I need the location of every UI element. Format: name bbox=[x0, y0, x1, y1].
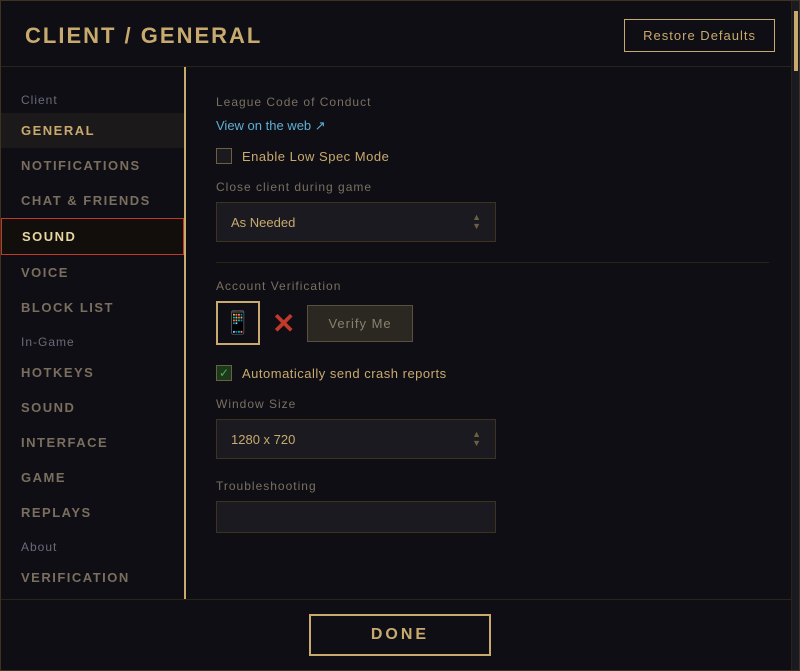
account-verification-label: Account Verification bbox=[216, 279, 769, 293]
sidebar-item-voice[interactable]: VOICE bbox=[1, 255, 184, 290]
sidebar-item-sound[interactable]: SOUND bbox=[1, 218, 184, 255]
close-client-label: Close client during game bbox=[216, 180, 769, 194]
low-spec-row: Enable Low Spec Mode bbox=[216, 148, 769, 164]
restore-defaults-button[interactable]: Restore Defaults bbox=[624, 19, 775, 52]
content-area: League Code of Conduct View on the web ↗… bbox=[186, 67, 799, 599]
account-icons-row: 📱 ✕ Verify Me bbox=[216, 301, 769, 345]
sidebar-item-block-list[interactable]: BLOCK LIST bbox=[1, 290, 184, 325]
account-verification-section: Account Verification 📱 ✕ Verify Me bbox=[216, 279, 769, 345]
auto-crash-row: ✓ Automatically send crash reports bbox=[216, 365, 769, 381]
sidebar-item-general[interactable]: GENERAL bbox=[1, 113, 184, 148]
header: CLIENT / GENERAL Restore Defaults bbox=[1, 1, 799, 67]
sidebar-item-game[interactable]: GAME bbox=[1, 460, 184, 495]
client-section-label: Client bbox=[1, 83, 184, 113]
app-container: CLIENT / GENERAL Restore Defaults Client… bbox=[0, 0, 800, 671]
window-size-value: 1280 x 720 bbox=[231, 432, 295, 447]
divider-1 bbox=[216, 262, 769, 263]
verify-me-button[interactable]: Verify Me bbox=[307, 305, 412, 342]
view-on-web-link[interactable]: View on the web ↗ bbox=[216, 118, 326, 134]
sidebar: Client GENERAL NOTIFICATIONS CHAT & FRIE… bbox=[1, 67, 186, 599]
sidebar-item-sound-ingame[interactable]: SOUND bbox=[1, 390, 184, 425]
sidebar-item-chat-friends[interactable]: CHAT & FRIENDS bbox=[1, 183, 184, 218]
footer: DONE bbox=[1, 599, 799, 670]
scrollbar-thumb bbox=[794, 67, 798, 71]
sidebar-item-notifications[interactable]: NOTIFICATIONS bbox=[1, 148, 184, 183]
low-spec-label: Enable Low Spec Mode bbox=[242, 149, 389, 164]
auto-crash-checkbox[interactable]: ✓ bbox=[216, 365, 232, 381]
close-client-value: As Needed bbox=[231, 215, 295, 230]
x-mark-icon: ✕ bbox=[272, 307, 295, 340]
title-bold: GENERAL bbox=[141, 23, 263, 48]
select-arrows-icon: ▲ ▼ bbox=[472, 213, 481, 231]
close-client-select[interactable]: As Needed ▲ ▼ bbox=[216, 202, 496, 242]
sidebar-item-interface[interactable]: INTERFACE bbox=[1, 425, 184, 460]
done-button[interactable]: DONE bbox=[309, 614, 491, 656]
main-layout: Client GENERAL NOTIFICATIONS CHAT & FRIE… bbox=[1, 67, 799, 599]
sidebar-item-verification[interactable]: VERIFICATION bbox=[1, 560, 184, 595]
about-section-label: About bbox=[1, 530, 184, 560]
troubleshooting-input[interactable] bbox=[216, 501, 496, 533]
sidebar-item-hotkeys[interactable]: HOTKEYS bbox=[1, 355, 184, 390]
scrollbar[interactable] bbox=[791, 67, 799, 599]
page-title: CLIENT / GENERAL bbox=[25, 23, 262, 49]
window-size-label: Window Size bbox=[216, 397, 769, 411]
phone-icon: 📱 bbox=[216, 301, 260, 345]
auto-crash-label: Automatically send crash reports bbox=[242, 366, 447, 381]
ingame-section-label: In-Game bbox=[1, 325, 184, 355]
window-size-arrows-icon: ▲ ▼ bbox=[472, 430, 481, 448]
sidebar-item-replays[interactable]: REPLAYS bbox=[1, 495, 184, 530]
troubleshooting-label: Troubleshooting bbox=[216, 479, 769, 493]
window-size-select[interactable]: 1280 x 720 ▲ ▼ bbox=[216, 419, 496, 459]
title-prefix: CLIENT / bbox=[25, 23, 141, 48]
league-code-label: League Code of Conduct bbox=[216, 95, 769, 109]
low-spec-checkbox[interactable] bbox=[216, 148, 232, 164]
